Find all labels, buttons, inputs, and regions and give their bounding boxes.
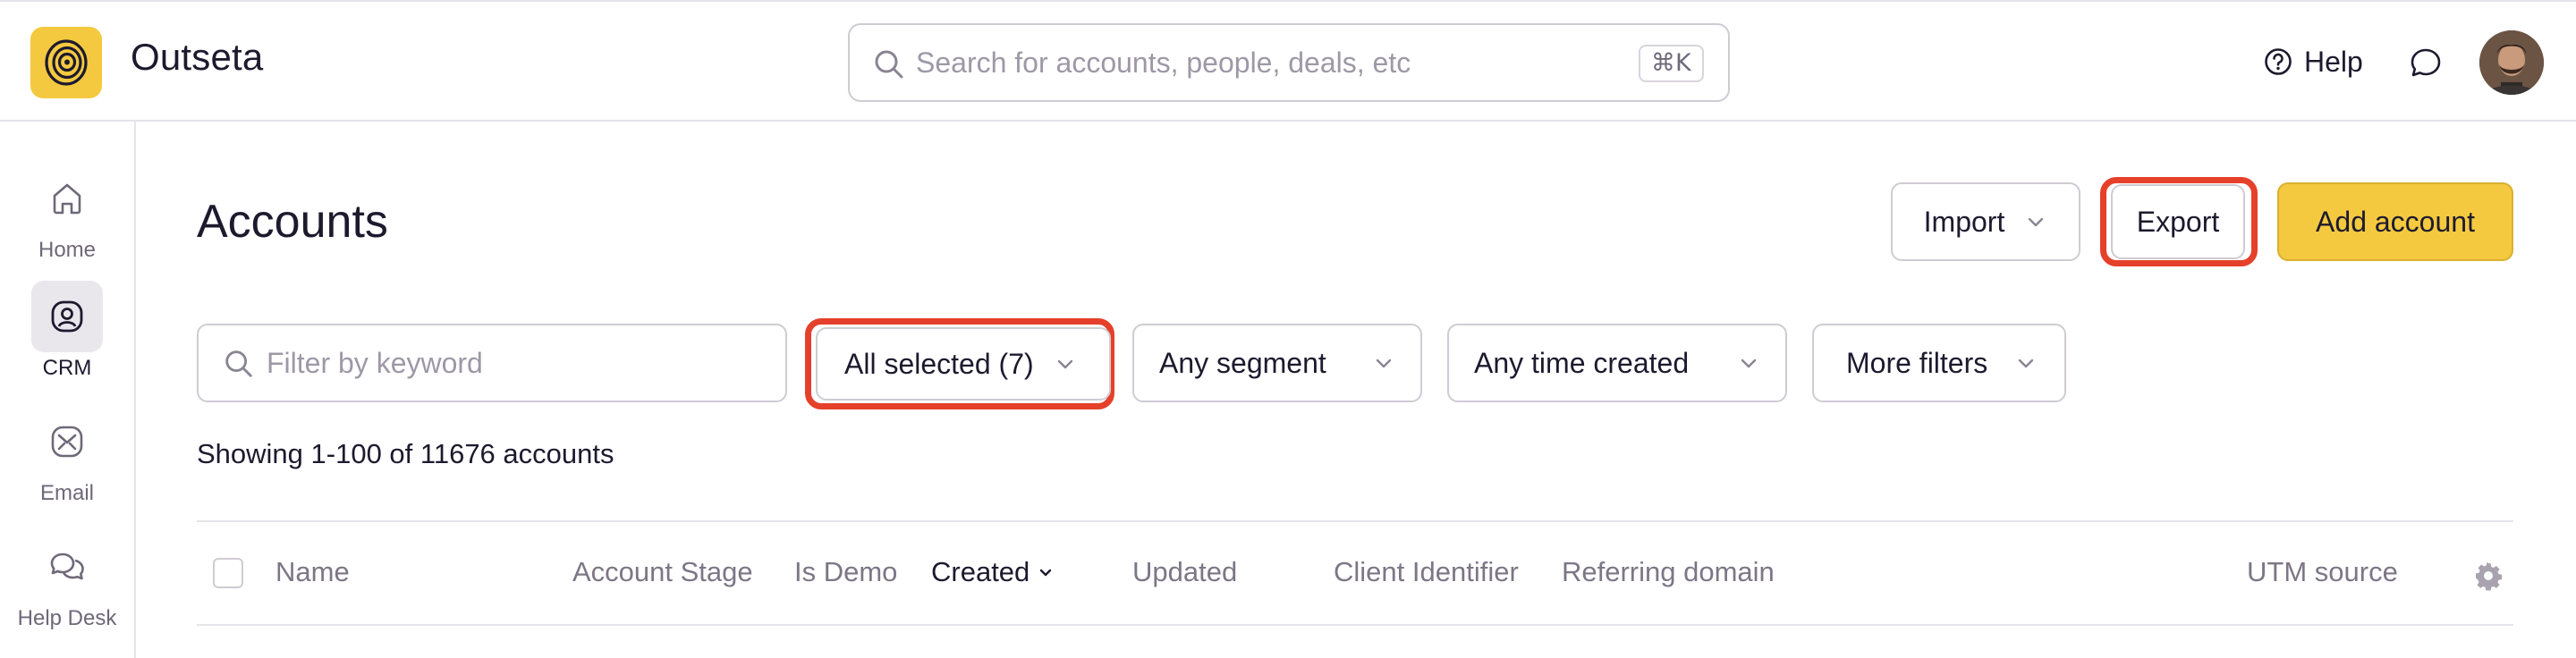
search-icon [875, 50, 903, 79]
help-desk-icon [50, 553, 84, 580]
keyword-filter-input[interactable] [267, 342, 767, 384]
status-filter-label: All selected (7) [844, 347, 1034, 380]
email-icon [51, 426, 83, 458]
help-link[interactable]: Help [2263, 39, 2363, 84]
sidebar-item-help-desk-box [31, 531, 103, 603]
column-header-name[interactable]: Name [275, 556, 350, 588]
results-summary: Showing 1-100 of 11676 accounts [197, 438, 614, 469]
more-filters-dropdown[interactable]: More filters [1812, 324, 2066, 402]
export-button[interactable]: Export [2111, 184, 2245, 259]
help-label: Help [2304, 45, 2363, 78]
time-created-filter-dropdown[interactable]: Any time created [1447, 324, 1787, 402]
page-title: Accounts [197, 196, 388, 248]
more-filters-label: More filters [1846, 346, 1988, 379]
global-search-input[interactable] [916, 41, 1578, 84]
column-header-referring-domain[interactable]: Referring domain [1562, 556, 1775, 588]
import-button[interactable]: Import [1891, 182, 2080, 261]
chevron-down-icon [1057, 359, 1073, 369]
sidebar-item-label: Email [39, 481, 94, 505]
search-icon [225, 350, 252, 377]
export-label: Export [2136, 205, 2220, 238]
time-created-filter-label: Any time created [1474, 346, 1690, 379]
column-header-client-identifier[interactable]: Client Identifier [1334, 556, 1519, 588]
help-icon [2265, 48, 2292, 75]
column-header-utm-source[interactable]: UTM source [2247, 556, 2398, 588]
home-icon [53, 183, 81, 215]
chevron-down-icon [2029, 217, 2044, 227]
sidebar-item-label: Home [38, 238, 97, 262]
table-divider-bottom [197, 624, 2513, 626]
avatar-portrait [2479, 30, 2544, 95]
top-bar: Outseta ⌘K Help [0, 0, 2576, 122]
select-all-checkbox[interactable] [213, 558, 243, 588]
sidebar-item-label: Help Desk [17, 606, 117, 630]
sidebar-item-crm-box [31, 281, 103, 352]
search-shortcut-badge: ⌘K [1639, 45, 1704, 82]
column-header-created-label: Created [931, 556, 1030, 587]
segment-filter-dropdown[interactable]: Any segment [1132, 324, 1422, 402]
chevron-down-icon [1741, 359, 1757, 368]
add-account-label: Add account [2316, 205, 2475, 238]
user-avatar[interactable] [2479, 30, 2544, 95]
column-header-account-stage[interactable]: Account Stage [572, 556, 753, 588]
sidebar-item-email-box [31, 406, 103, 477]
sidebar-nav: Home CRM Email Help Desk [0, 122, 136, 658]
logo-rings [45, 39, 88, 86]
column-header-created[interactable]: Created [931, 556, 1055, 588]
status-filter-dropdown[interactable]: All selected (7) [816, 327, 1111, 401]
sidebar-item-home[interactable]: Home [0, 163, 134, 263]
crm-icon [51, 300, 83, 333]
keyword-filter[interactable] [197, 324, 787, 402]
logo-icon[interactable] [30, 27, 102, 98]
column-header-is-demo[interactable]: Is Demo [794, 556, 897, 588]
chevron-down-icon [2018, 359, 2034, 368]
chevron-down-icon [1376, 359, 1392, 368]
global-search[interactable]: ⌘K [848, 23, 1730, 102]
add-account-button[interactable]: Add account [2277, 182, 2513, 261]
sort-desc-icon [1040, 569, 1052, 577]
sidebar-item-help-desk[interactable]: Help Desk [0, 531, 134, 631]
brand-name: Outseta [131, 36, 264, 78]
sidebar-item-crm[interactable]: CRM [0, 281, 134, 381]
column-header-updated[interactable]: Updated [1132, 556, 1237, 588]
gear-icon[interactable] [2472, 560, 2504, 592]
chat-icon[interactable] [2408, 45, 2444, 80]
sidebar-item-label: CRM [42, 356, 92, 380]
table-divider-top [197, 520, 2513, 522]
import-label: Import [1923, 205, 2005, 238]
sidebar-item-email[interactable]: Email [0, 406, 134, 506]
segment-filter-label: Any segment [1159, 346, 1326, 379]
sidebar-item-home-box [31, 163, 103, 234]
